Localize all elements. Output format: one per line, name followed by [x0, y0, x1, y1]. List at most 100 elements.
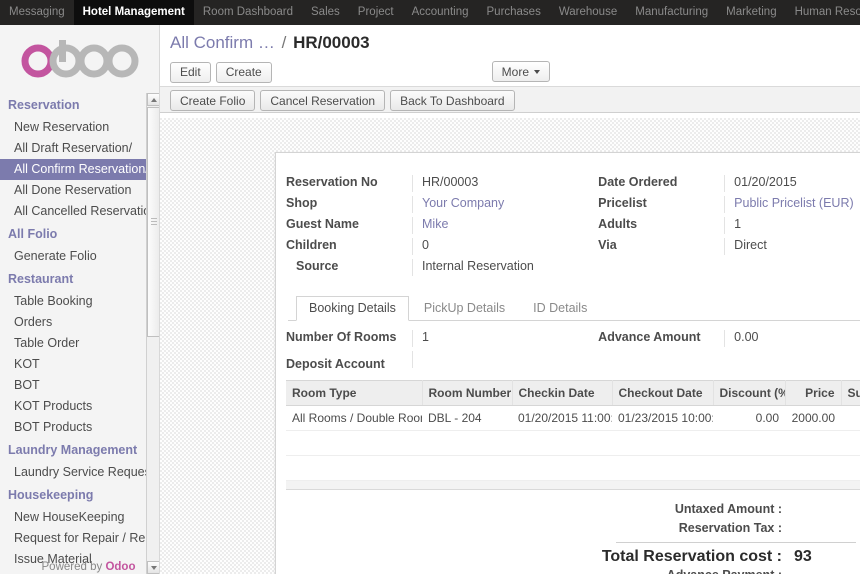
- column-header-price[interactable]: Price: [785, 380, 842, 406]
- total-label-reservation-tax: Reservation Tax :: [678, 521, 782, 535]
- column-header-room-type[interactable]: Room Type: [286, 380, 423, 406]
- form-toolbar: Edit Create More: [160, 58, 860, 86]
- table-row-empty[interactable]: [286, 455, 860, 481]
- tab-booking-details[interactable]: Booking Details: [296, 296, 409, 321]
- nav-item-hotel-management[interactable]: Hotel Management: [73, 0, 194, 25]
- field-label-reservation-no: Reservation No: [286, 175, 378, 189]
- sidebar-item-table-booking[interactable]: Table Booking: [0, 291, 159, 312]
- sidebar-item-table-order[interactable]: Table Order: [0, 333, 159, 354]
- field-row: Pricelist Public Pricelist (EUR): [598, 196, 860, 216]
- nav-item-accounting[interactable]: Accounting: [403, 0, 478, 25]
- nav-item-purchases[interactable]: Purchases: [478, 0, 550, 25]
- nav-item-manufacturing[interactable]: Manufacturing: [626, 0, 717, 25]
- total-label-untaxed-amount: Untaxed Amount :: [674, 502, 782, 516]
- sidebar-item-new-reservation[interactable]: New Reservation: [0, 117, 159, 138]
- sidebar-item-orders[interactable]: Orders: [0, 312, 159, 333]
- table-cell: DBL - 204: [422, 405, 512, 431]
- field-label-guest-name: Guest Name: [286, 217, 359, 231]
- sidebar-scrollbar[interactable]: [146, 93, 159, 574]
- create-button[interactable]: Create: [215, 61, 272, 83]
- odoo-logo-icon: [21, 40, 138, 78]
- tab-pickup-details[interactable]: PickUp Details: [411, 296, 518, 321]
- nav-item-project[interactable]: Project: [349, 0, 403, 25]
- nav-item-label: Warehouse: [558, 6, 618, 18]
- sidebar-item-all-cancelled-reservation[interactable]: All Cancelled Reservation: [0, 201, 159, 222]
- field-value-guest-name[interactable]: Mike: [412, 217, 598, 234]
- table-header-row: Room Type Room Number Checkin Date Checkout…: [286, 380, 860, 406]
- table-cell-empty: [841, 455, 860, 481]
- nav-item-label: Messaging: [9, 6, 65, 18]
- table-cell-empty: [785, 455, 841, 481]
- scroll-up-arrow-icon[interactable]: [147, 93, 159, 106]
- column-header-discount[interactable]: Discount (%): [713, 380, 786, 406]
- field-value-shop[interactable]: Your Company: [412, 196, 598, 213]
- sidebar-item-all-confirm-reservation[interactable]: All Confirm Reservation/: [0, 159, 159, 180]
- sidebar-item-laundry-service-request[interactable]: Laundry Service Request: [0, 462, 159, 483]
- field-label-adults: Adults: [598, 217, 638, 231]
- left-field-group: Reservation No HR/00003 Shop Your Company Gu…: [286, 175, 598, 280]
- table-row[interactable]: All Rooms / Double Rooms DBL - 204 01/20/2…: [286, 405, 860, 431]
- sidebar-item-request-for-repair-rep[interactable]: Request for Repair / Rep…: [0, 528, 159, 549]
- table-cell: All Rooms / Double Rooms: [286, 405, 422, 431]
- field-value-via: Direct: [724, 238, 860, 255]
- table-cell-empty: [422, 430, 512, 456]
- powered-by-brand[interactable]: Odoo: [105, 561, 135, 573]
- column-header-checkin-date[interactable]: Checkin Date: [512, 380, 613, 406]
- nav-item-sales[interactable]: Sales: [302, 0, 349, 25]
- total-value-total-reservation-cost: 93: [794, 548, 812, 565]
- sidebar-item-kot-products[interactable]: KOT Products: [0, 396, 159, 417]
- nav-item-marketing[interactable]: Marketing: [717, 0, 786, 25]
- sidebar-item-kot[interactable]: KOT: [0, 354, 159, 375]
- field-label-shop: Shop: [286, 196, 318, 210]
- sidebar-item-new-housekeeping[interactable]: New HouseKeeping: [0, 507, 159, 528]
- column-header-checkout-date[interactable]: Checkout Date: [612, 380, 714, 406]
- nav-item-messaging[interactable]: Messaging: [0, 0, 74, 25]
- edit-button[interactable]: Edit: [170, 61, 211, 83]
- column-header-sub[interactable]: Sub: [841, 380, 860, 406]
- table-cell: 01/20/2015 11:00:50: [512, 405, 612, 431]
- nav-item-human-resources[interactable]: Human Resources: [786, 0, 860, 25]
- sidebar-section-housekeeping: Housekeeping: [8, 488, 94, 502]
- powered-by-text: Powered by: [41, 561, 106, 573]
- nav-item-warehouse[interactable]: Warehouse: [550, 0, 626, 25]
- totals-block: Untaxed Amount : Reservation Tax : Total R…: [286, 500, 860, 574]
- sidebar-item-bot-products[interactable]: BOT Products: [0, 417, 159, 438]
- total-label-total-reservation-cost: Total Reservation cost :: [601, 548, 782, 565]
- table-cell: [841, 405, 860, 431]
- field-value-source: Internal Reservation: [412, 259, 598, 276]
- scrollbar-thumb[interactable]: [147, 107, 159, 337]
- field-value-pricelist[interactable]: Public Pricelist (EUR): [724, 196, 860, 213]
- nav-item-room-dashboard[interactable]: Room Dashboard: [194, 0, 302, 25]
- tab-id-details[interactable]: ID Details: [520, 296, 600, 321]
- sidebar-item-generate-folio[interactable]: Generate Folio: [0, 246, 159, 267]
- odoo-logo[interactable]: [0, 25, 159, 93]
- cancel-reservation-button[interactable]: Cancel Reservation: [260, 90, 386, 111]
- nav-item-label: Hotel Management: [82, 6, 185, 18]
- back-to-dashboard-button[interactable]: Back To Dashboard: [390, 90, 515, 111]
- totals-divider: [616, 542, 856, 543]
- more-button-wrapper: More: [491, 61, 555, 82]
- booking-field-groups: Number Of Rooms 1 Deposit Account Advance …: [286, 330, 860, 372]
- field-row: Number Of Rooms 1: [286, 330, 598, 350]
- field-row: Shop Your Company: [286, 196, 598, 216]
- sidebar-menu: Reservation New Reservation All Draft Rese…: [0, 93, 159, 574]
- table-row-empty[interactable]: [286, 430, 860, 456]
- booking-left-fields: Number Of Rooms 1 Deposit Account: [286, 330, 598, 372]
- breadcrumb-parent[interactable]: All Confirm …: [170, 33, 275, 52]
- field-label-number-of-rooms: Number Of Rooms: [286, 330, 397, 344]
- more-button[interactable]: More: [491, 61, 550, 82]
- sidebar-item-bot[interactable]: BOT: [0, 375, 159, 396]
- total-row: Advance Payment :: [286, 566, 860, 574]
- nav-item-label: Manufacturing: [635, 6, 709, 18]
- sidebar-item-all-done-reservation[interactable]: All Done Reservation: [0, 180, 159, 201]
- field-value-children: 0: [412, 238, 598, 255]
- create-folio-button[interactable]: Create Folio: [170, 90, 256, 111]
- total-row: Reservation Tax :: [286, 519, 860, 538]
- field-label-advance-amount: Advance Amount: [598, 330, 701, 344]
- field-label-via: Via: [598, 238, 617, 252]
- action-button-bar: Create Folio Cancel Reservation Back To …: [160, 86, 860, 113]
- sidebar-item-all-draft-reservation[interactable]: All Draft Reservation/: [0, 138, 159, 159]
- column-header-room-number[interactable]: Room Number: [422, 380, 513, 406]
- nav-item-label: Human Resources: [794, 6, 860, 18]
- table-cell-empty: [286, 455, 422, 481]
